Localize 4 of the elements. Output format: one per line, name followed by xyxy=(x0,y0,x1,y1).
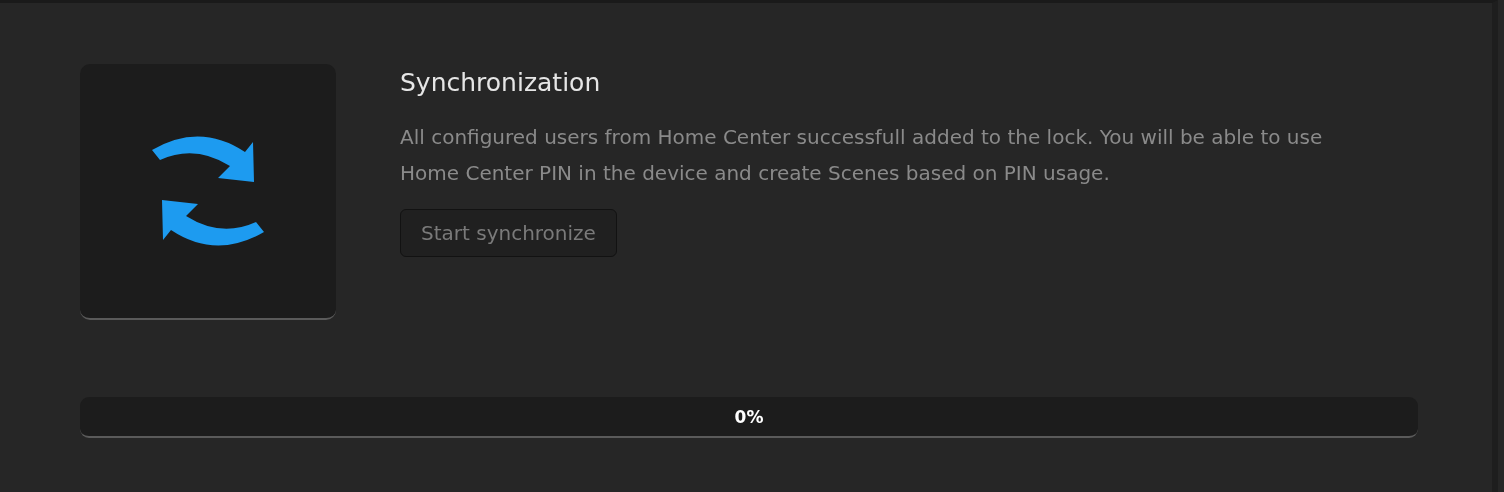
description-text: All configured users from Home Center successfull added to the lock. You will be able to use Home Center PIN in the device and create Scenes based on PIN usage. xyxy=(400,124,1324,187)
start-synchronize-button[interactable]: Start synchronize xyxy=(400,209,617,257)
section-title: Synchronization xyxy=(400,68,601,97)
progress-reading: 0% xyxy=(734,406,764,427)
